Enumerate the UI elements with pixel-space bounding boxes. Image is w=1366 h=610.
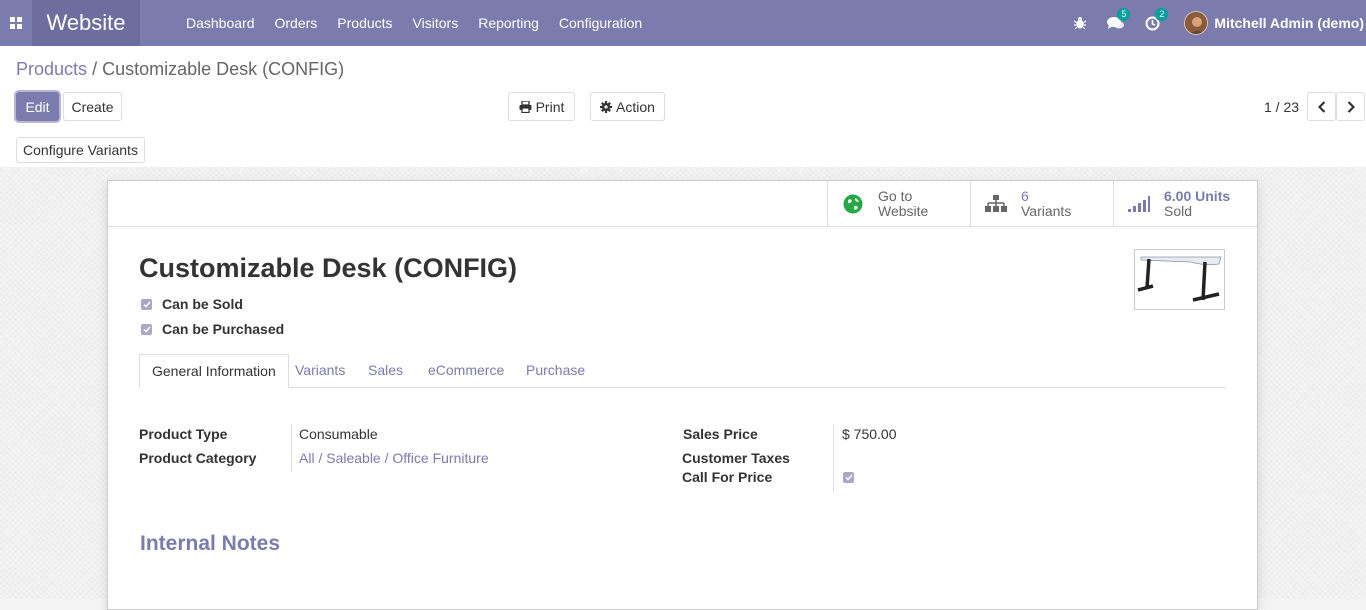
- tab-variants[interactable]: Variants: [295, 354, 345, 387]
- menu-orders[interactable]: Orders: [265, 0, 328, 46]
- user-name: Mitchell Admin (demo): [1214, 15, 1364, 31]
- debug-menu[interactable]: [1073, 16, 1087, 30]
- go-to-website-button[interactable]: Go to Website: [827, 181, 971, 226]
- variants-smart-button[interactable]: 6 Variants: [970, 181, 1114, 226]
- pager-value[interactable]: 1 / 23: [1264, 99, 1299, 115]
- call-for-price-checkbox[interactable]: [843, 472, 854, 483]
- avatar: [1184, 11, 1209, 35]
- go-to-website-line1: Go to: [878, 187, 913, 204]
- tab-ecommerce[interactable]: eCommerce: [428, 354, 504, 387]
- product-type-value[interactable]: Consumable: [299, 426, 378, 442]
- go-to-website-line2: Website: [878, 202, 929, 219]
- smart-buttons-divider: [108, 226, 1257, 227]
- can-be-sold-checkbox[interactable]: [141, 299, 152, 310]
- activities-badge: 2: [1155, 7, 1169, 21]
- can-be-purchased-checkbox[interactable]: [141, 324, 152, 335]
- variants-label: Variants: [1021, 202, 1072, 219]
- pager-previous-button[interactable]: [1307, 92, 1336, 121]
- product-type-label: Product Type: [139, 426, 228, 442]
- main-menu: Dashboard Orders Products Visitors Repor…: [176, 0, 652, 46]
- action-button[interactable]: Action: [590, 92, 665, 121]
- messaging-menu[interactable]: 5: [1107, 7, 1131, 31]
- call-for-price-label: Call For Price: [682, 469, 773, 485]
- menu-dashboard[interactable]: Dashboard: [176, 0, 265, 46]
- app-brand[interactable]: Website: [32, 0, 140, 46]
- form-statusbar: Configure Variants: [0, 133, 1366, 168]
- units-sold-label: Sold: [1164, 202, 1193, 219]
- tab-general-information[interactable]: General Information: [139, 354, 289, 388]
- chevron-left-icon: [1317, 100, 1325, 113]
- messages-badge: 5: [1117, 7, 1131, 21]
- control-panel: Products / Customizable Desk (CONFIG) Ed…: [0, 46, 1366, 134]
- tab-purchase[interactable]: Purchase: [526, 354, 585, 387]
- product-category-label: Product Category: [139, 450, 257, 466]
- check-icon: [142, 326, 151, 333]
- menu-visitors[interactable]: Visitors: [403, 0, 469, 46]
- tab-sales[interactable]: Sales: [368, 354, 403, 387]
- product-image[interactable]: [1134, 249, 1225, 310]
- internal-notes-title: Internal Notes: [140, 532, 281, 555]
- variants-count: 6: [1021, 187, 1029, 204]
- activity-menu[interactable]: 2: [1145, 7, 1169, 31]
- field-separator: [291, 424, 292, 472]
- breadcrumb-separator: /: [92, 59, 98, 79]
- sales-price-value[interactable]: $ 750.00: [842, 426, 897, 442]
- units-sold-smart-button[interactable]: 6.00 Units Sold: [1113, 181, 1257, 226]
- action-label: Action: [616, 98, 655, 115]
- units-sold-value: 6.00 Units: [1164, 187, 1231, 204]
- configure-variants-button[interactable]: Configure Variants: [16, 137, 145, 163]
- breadcrumb-products[interactable]: Products: [16, 59, 87, 79]
- notebook-tabs: General Information Variants Sales eComm…: [139, 354, 1226, 388]
- form-sheet: Go toWebsite 6Variants 6.00 UnitsSold: [107, 180, 1258, 610]
- globe-icon: [843, 194, 863, 213]
- apps-menu-button[interactable]: [0, 0, 32, 46]
- print-icon: [519, 100, 532, 113]
- apps-icon: [10, 17, 22, 29]
- menu-reporting[interactable]: Reporting: [468, 0, 549, 46]
- breadcrumb-current: Customizable Desk (CONFIG): [102, 59, 345, 79]
- customer-taxes-label: Customer Taxes: [682, 450, 790, 466]
- can-be-sold-label: Can be Sold: [162, 296, 243, 312]
- bug-icon: [1074, 17, 1087, 30]
- main-navbar: Website Dashboard Orders Products Visito…: [0, 0, 1366, 46]
- can-be-purchased-label: Can be Purchased: [162, 321, 285, 337]
- breadcrumb: Products / Customizable Desk (CONFIG): [16, 59, 344, 80]
- systray: 5 2 Mitchell Admin (demo): [1063, 0, 1366, 46]
- product-category-value[interactable]: All / Saleable / Office Furniture: [299, 450, 489, 466]
- gear-icon: [600, 100, 613, 113]
- check-icon: [844, 474, 853, 481]
- user-menu[interactable]: Mitchell Admin (demo): [1184, 11, 1364, 35]
- menu-configuration[interactable]: Configuration: [549, 0, 652, 46]
- sales-price-label: Sales Price: [683, 426, 758, 442]
- check-icon: [142, 301, 151, 308]
- desk-image: [1137, 256, 1222, 302]
- print-button[interactable]: Print: [508, 92, 575, 121]
- signal-icon: [1128, 195, 1150, 212]
- chevron-right-icon: [1347, 100, 1355, 113]
- field-separator: [833, 424, 834, 492]
- pager-next-button[interactable]: [1336, 92, 1365, 121]
- edit-button[interactable]: Edit: [16, 92, 59, 121]
- product-name[interactable]: Customizable Desk (CONFIG): [139, 253, 517, 284]
- print-label: Print: [535, 98, 565, 115]
- menu-products[interactable]: Products: [327, 0, 402, 46]
- create-button[interactable]: Create: [63, 92, 122, 121]
- sitemap-icon: [985, 194, 1007, 212]
